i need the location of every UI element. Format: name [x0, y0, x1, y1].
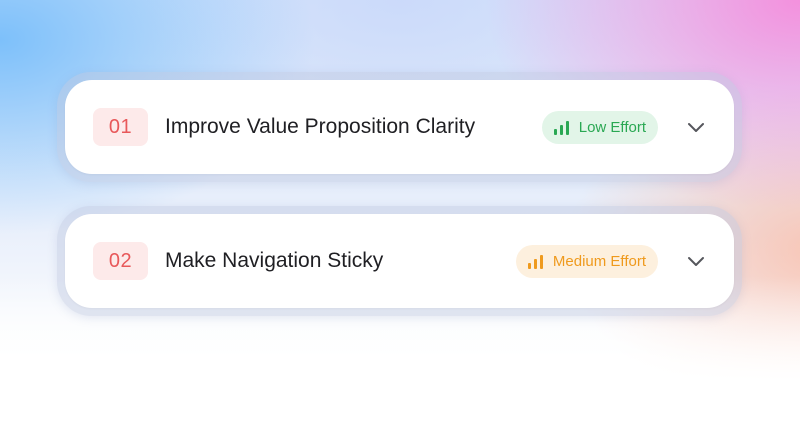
effort-label: Medium Effort — [552, 253, 646, 270]
item-title: Make Navigation Sticky — [165, 249, 384, 272]
recommendation-list: 01 Improve Value Proposition Clarity Low… — [57, 72, 742, 340]
effort-label: Low Effort — [578, 119, 646, 136]
item-title: Improve Value Proposition Clarity — [165, 115, 476, 138]
chevron-down-icon[interactable] — [684, 249, 708, 273]
chevron-down-icon[interactable] — [684, 115, 708, 139]
recommendation-card-frame: 02 Make Navigation Sticky Medium Effort — [57, 206, 742, 316]
item-number-badge: 02 — [93, 242, 148, 280]
recommendation-card[interactable]: 02 Make Navigation Sticky Medium Effort — [65, 214, 734, 308]
signal-bars-icon — [553, 120, 569, 135]
signal-bars-icon — [527, 254, 543, 269]
effort-badge: Medium Effort — [515, 245, 658, 278]
item-number-badge: 01 — [93, 108, 148, 146]
recommendation-card-frame: 01 Improve Value Proposition Clarity Low… — [57, 72, 742, 182]
recommendation-card[interactable]: 01 Improve Value Proposition Clarity Low… — [65, 80, 734, 174]
effort-badge: Low Effort — [541, 111, 658, 144]
